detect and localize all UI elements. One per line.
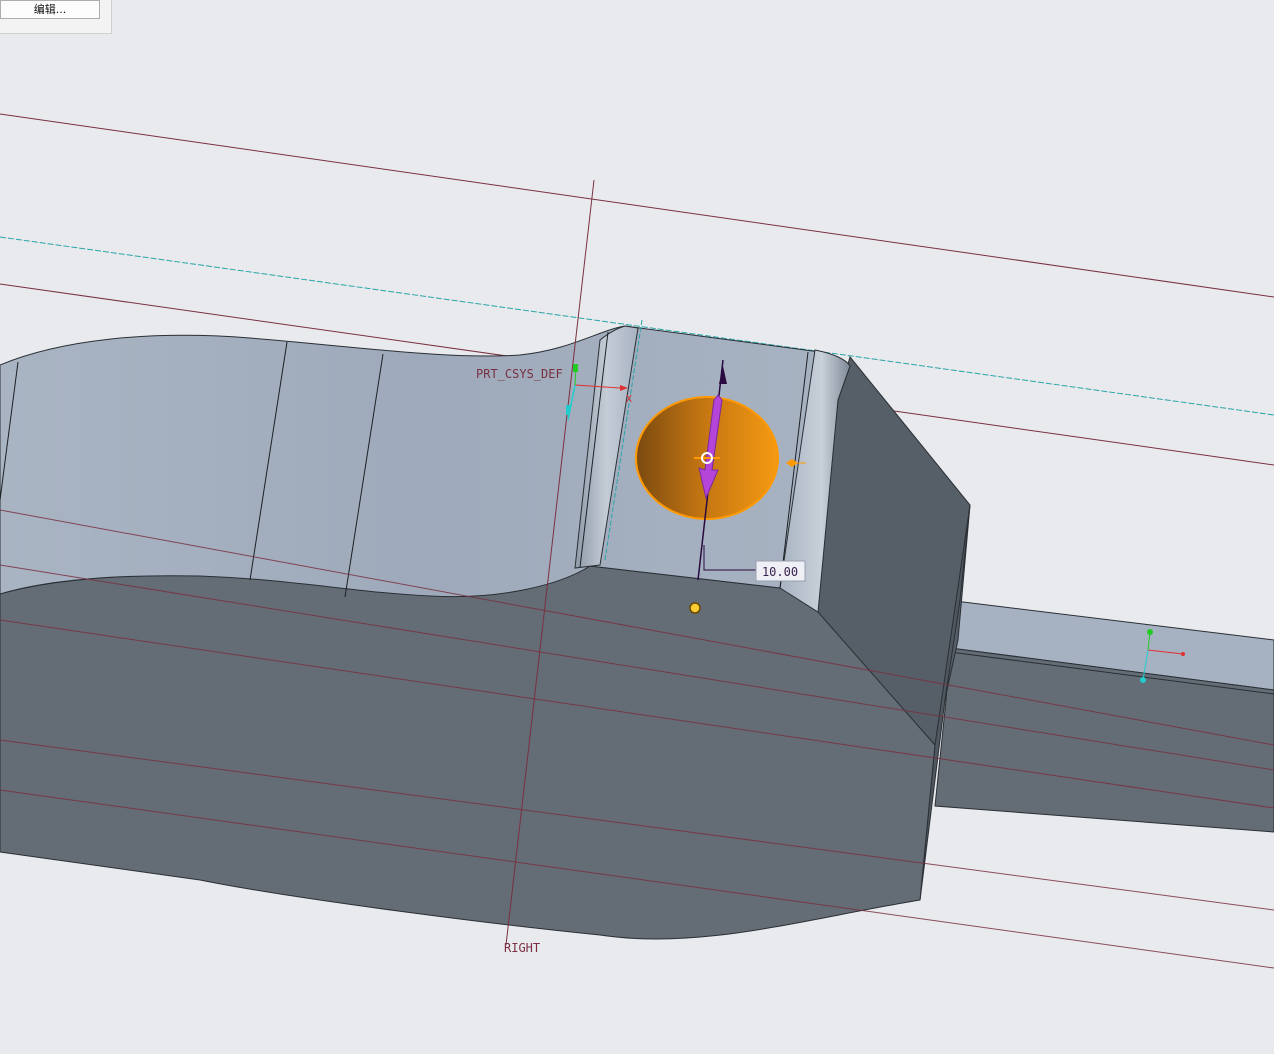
3d-model-viewport[interactable]: PRT_CSYS_DEF X 10.00 RIGHT (0, 0, 1274, 1054)
block-side-face (0, 565, 936, 940)
csys-axis-label: X (626, 394, 632, 405)
csys-label: PRT_CSYS_DEF (476, 367, 563, 381)
edit-panel: 编辑... (0, 0, 112, 34)
datum-plane-label: RIGHT (504, 941, 540, 955)
dimension-value[interactable]: 10.00 (762, 565, 798, 579)
placement-handle[interactable] (689, 602, 701, 614)
edit-button[interactable]: 编辑... (0, 0, 100, 19)
shaft (934, 600, 1274, 833)
